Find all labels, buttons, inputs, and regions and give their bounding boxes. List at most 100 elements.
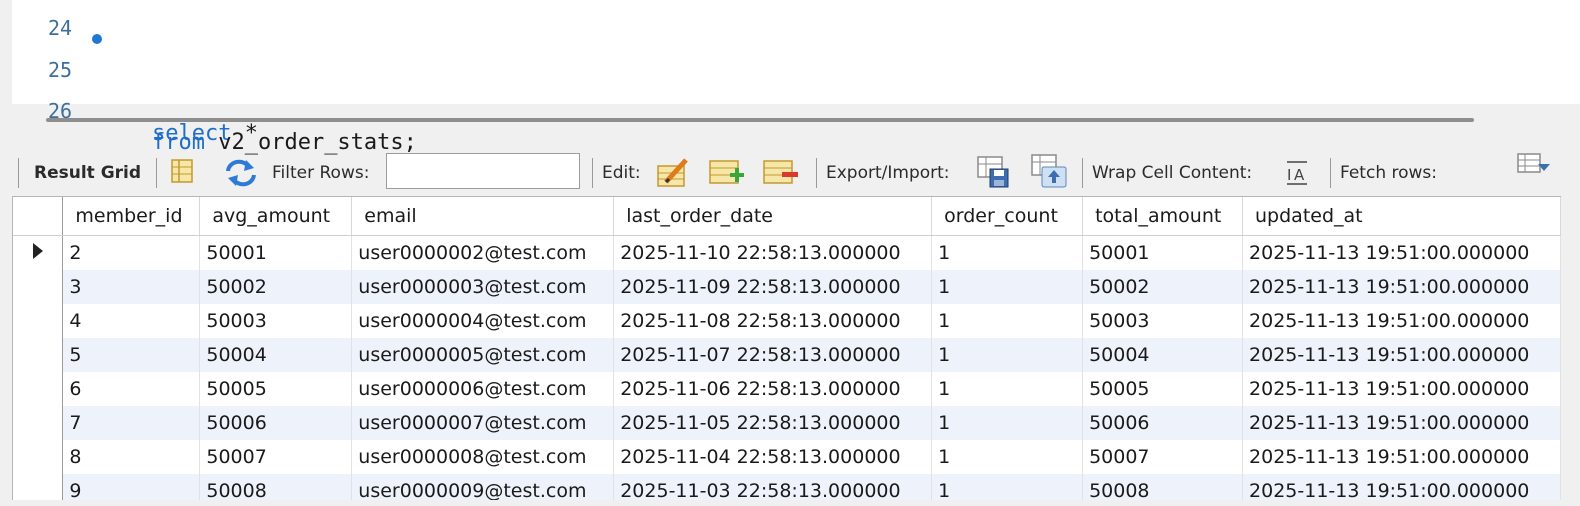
table-cell[interactable]: 1 [931, 235, 1084, 270]
filter-rows-input[interactable] [386, 153, 580, 189]
export-icon[interactable] [976, 155, 1012, 189]
export-import-label: Export/Import: [826, 163, 950, 183]
table-cell[interactable]: 50008 [199, 474, 353, 501]
table-cell[interactable]: 3 [62, 270, 201, 304]
table-cell[interactable]: user0000009@test.com [351, 474, 615, 501]
row-header[interactable] [13, 406, 64, 440]
table-cell[interactable]: 4 [62, 304, 201, 338]
table-cell[interactable]: 50004 [1082, 338, 1244, 372]
row-header[interactable] [13, 372, 64, 406]
table-cell[interactable]: 2025-11-08 22:58:13.000000 [613, 304, 933, 338]
row-header[interactable] [13, 270, 64, 304]
table-cell[interactable]: 8 [62, 440, 201, 474]
table-row[interactable]: 3 50002 user0000003@test.com 2025-11-09 22:… [13, 270, 1561, 304]
table-row[interactable]: 5 50004 user0000005@test.com 2025-11-07 22:… [13, 338, 1561, 372]
insert-row-icon[interactable] [708, 157, 746, 187]
table-cell[interactable]: 50008 [1082, 474, 1244, 501]
table-cell[interactable]: 2025-11-13 19:51:00.000000 [1242, 406, 1561, 440]
table-cell[interactable]: 50004 [199, 338, 353, 372]
table-cell[interactable]: 50005 [199, 372, 353, 406]
table-cell[interactable]: 5 [62, 338, 201, 372]
table-cell[interactable]: 50006 [1082, 406, 1244, 440]
table-cell[interactable]: 50002 [1082, 270, 1244, 304]
table-cell[interactable]: 50007 [1082, 440, 1244, 474]
table-cell[interactable]: 2025-11-13 19:51:00.000000 [1242, 474, 1561, 501]
table-cell[interactable]: 2025-11-05 22:58:13.000000 [613, 406, 933, 440]
table-cell[interactable]: user0000006@test.com [351, 372, 615, 406]
table-cell[interactable]: 50001 [1082, 235, 1244, 270]
table-cell[interactable]: 50003 [199, 304, 353, 338]
table-cell[interactable]: 2025-11-13 19:51:00.000000 [1242, 440, 1561, 474]
result-grid-tab[interactable]: Result Grid [34, 150, 141, 196]
table-cell[interactable]: user0000003@test.com [351, 270, 615, 304]
table-cell[interactable]: 50002 [199, 270, 353, 304]
table-cell[interactable]: 1 [931, 406, 1084, 440]
column-header[interactable]: total_amount [1082, 197, 1244, 236]
editor-line-25[interactable]: 25 select * [12, 22, 258, 146]
editor-line-26[interactable]: 26 from v2_order_stats; [12, 63, 417, 155]
column-header[interactable]: member_id [62, 197, 201, 236]
table-cell[interactable]: 2025-11-13 19:51:00.000000 [1242, 235, 1561, 270]
toolbar-divider [592, 158, 593, 188]
column-header[interactable]: order_count [931, 197, 1084, 236]
row-header-corner[interactable] [13, 197, 64, 236]
table-cell[interactable]: user0000004@test.com [351, 304, 615, 338]
row-header[interactable] [13, 440, 64, 474]
fetch-rows-icon[interactable] [1516, 152, 1552, 180]
edit-row-icon[interactable] [656, 156, 692, 188]
table-row[interactable]: 8 50007 user0000008@test.com 2025-11-04 22:… [13, 440, 1561, 474]
table-cell[interactable]: user0000005@test.com [351, 338, 615, 372]
row-header[interactable] [13, 304, 64, 338]
table-row[interactable]: 4 50003 user0000004@test.com 2025-11-08 22:… [13, 304, 1561, 338]
table-cell[interactable]: 2025-11-13 19:51:00.000000 [1242, 304, 1561, 338]
row-header[interactable] [13, 235, 64, 270]
table-cell[interactable]: 6 [62, 372, 201, 406]
table-row[interactable]: 2 50001 user0000002@test.com 2025-11-10 22:… [13, 235, 1561, 270]
import-icon[interactable] [1030, 153, 1068, 189]
edit-label: Edit: [602, 163, 641, 183]
table-cell[interactable]: 7 [62, 406, 201, 440]
table-row[interactable]: 7 50006 user0000007@test.com 2025-11-05 22:… [13, 406, 1561, 440]
table-cell[interactable]: 2025-11-06 22:58:13.000000 [613, 372, 933, 406]
table-cell[interactable]: 2025-11-13 19:51:00.000000 [1242, 338, 1561, 372]
table-cell[interactable]: 9 [62, 474, 201, 501]
result-grid[interactable]: member_id avg_amount email last_order_da… [12, 196, 1561, 501]
table-cell[interactable]: 1 [931, 338, 1084, 372]
table-row[interactable]: 9 50008 user0000009@test.com 2025-11-03 22:… [13, 474, 1561, 501]
table-cell[interactable]: user0000002@test.com [351, 235, 615, 270]
column-header[interactable]: last_order_date [613, 197, 933, 236]
table-cell[interactable]: 50006 [199, 406, 353, 440]
sql-editor[interactable]: 24 25 select * 26 from v2_order_stats; [12, 0, 1580, 155]
column-header[interactable]: avg_amount [199, 197, 353, 236]
table-cell[interactable]: 2025-11-13 19:51:00.000000 [1242, 372, 1561, 406]
table-cell[interactable]: 50005 [1082, 372, 1244, 406]
table-cell[interactable]: 2025-11-13 19:51:00.000000 [1242, 270, 1561, 304]
wrap-cell-icon[interactable]: I A [1284, 160, 1310, 186]
table-row[interactable]: 6 50005 user0000006@test.com 2025-11-06 22:… [13, 372, 1561, 406]
table-cell[interactable]: 50001 [199, 235, 353, 270]
column-header[interactable]: email [351, 197, 615, 236]
table-cell[interactable]: 1 [931, 474, 1084, 501]
table-cell[interactable]: 2025-11-10 22:58:13.000000 [613, 235, 933, 270]
panel-splitter[interactable] [46, 118, 1474, 122]
table-cell[interactable]: 2 [62, 235, 201, 270]
table-cell[interactable]: 1 [931, 304, 1084, 338]
table-cell[interactable]: 1 [931, 440, 1084, 474]
table-cell[interactable]: 50007 [199, 440, 353, 474]
table-cell[interactable]: 1 [931, 372, 1084, 406]
column-header[interactable]: updated_at [1242, 197, 1561, 236]
row-header[interactable] [13, 338, 64, 372]
table-cell[interactable]: 50003 [1082, 304, 1244, 338]
toolbar-divider [156, 158, 157, 188]
table-cell[interactable]: 1 [931, 270, 1084, 304]
table-cell[interactable]: 2025-11-07 22:58:13.000000 [613, 338, 933, 372]
table-cell[interactable]: 2025-11-03 22:58:13.000000 [613, 474, 933, 501]
form-editor-icon[interactable] [170, 157, 194, 185]
table-cell[interactable]: 2025-11-09 22:58:13.000000 [613, 270, 933, 304]
table-cell[interactable]: 2025-11-04 22:58:13.000000 [613, 440, 933, 474]
delete-row-icon[interactable] [762, 157, 800, 187]
table-cell[interactable]: user0000007@test.com [351, 406, 615, 440]
row-header[interactable] [13, 474, 64, 501]
refresh-icon[interactable] [224, 159, 258, 187]
table-cell[interactable]: user0000008@test.com [351, 440, 615, 474]
